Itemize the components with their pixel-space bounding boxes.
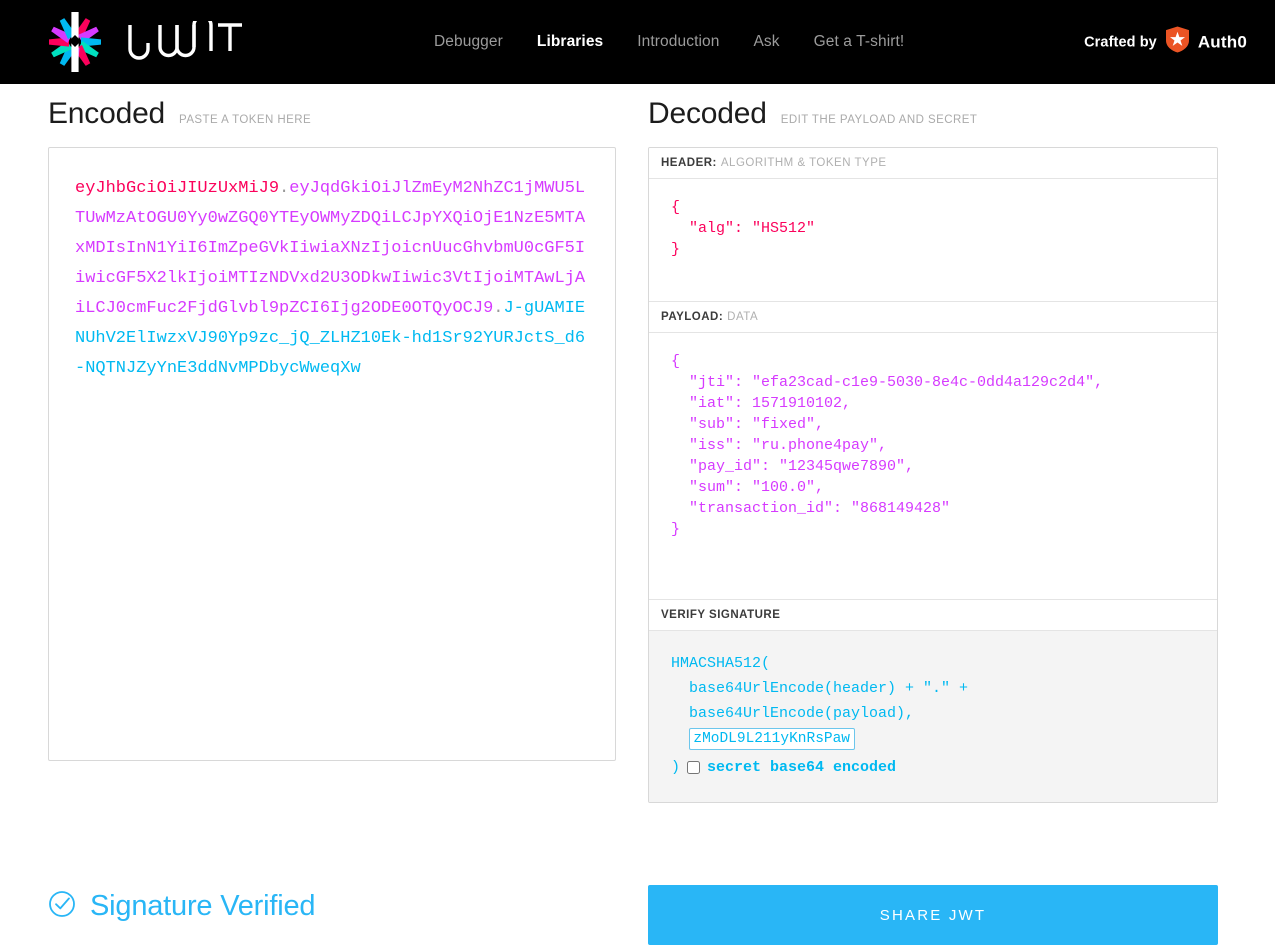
token-dot-2: .: [493, 299, 504, 318]
crafted-by-auth0[interactable]: Crafted by Auth0: [1084, 26, 1247, 58]
check-circle-icon: [48, 890, 76, 923]
encoded-heading: Encoded PASTE A TOKEN HERE: [48, 84, 618, 131]
secret-base64-label: secret base64 encoded: [707, 759, 897, 776]
encoded-column: Encoded PASTE A TOKEN HERE eyJhbGciOiJIU…: [48, 84, 618, 761]
signature-status: Signature Verified: [48, 890, 316, 923]
payload-json-editor[interactable]: { "jti": "efa23cad-c1e9-5030-8e4c-0dd4a1…: [649, 333, 1217, 600]
payload-label-key: PAYLOAD:: [661, 311, 724, 323]
nav-links: Debugger Libraries Introduction Ask Get …: [434, 33, 904, 51]
nav-link-debugger[interactable]: Debugger: [434, 33, 503, 51]
nav-link-ask[interactable]: Ask: [753, 33, 779, 51]
brand-logo[interactable]: [42, 9, 244, 75]
share-jwt-button[interactable]: SHARE JWT: [648, 885, 1218, 945]
jwt-logo-icon: [42, 9, 108, 75]
auth0-shield-icon: [1165, 26, 1189, 58]
decoded-subtitle: EDIT THE PAYLOAD AND SECRET: [780, 114, 978, 126]
nav-link-introduction[interactable]: Introduction: [637, 33, 719, 51]
decoded-column: Decoded EDIT THE PAYLOAD AND SECRET HEAD…: [648, 84, 1218, 803]
encoded-token-box[interactable]: eyJhbGciOiJIUzUxMiJ9.eyJqdGkiOiJlZmEyM2N…: [48, 147, 616, 761]
auth0-label: Auth0: [1197, 32, 1247, 51]
encoded-token-text[interactable]: eyJhbGciOiJIUzUxMiJ9.eyJqdGkiOiJlZmEyM2N…: [49, 148, 615, 384]
sig-line-hmac: HMACSHA512(: [671, 655, 771, 672]
crafted-by-label: Crafted by: [1084, 34, 1157, 50]
header-panel-label: HEADER: ALGORITHM & TOKEN TYPE: [649, 148, 1217, 179]
secret-input[interactable]: [689, 728, 855, 750]
signature-editor: HMACSHA512( base64UrlEncode(header) + ".…: [649, 631, 1217, 802]
nav-link-get-a-tshirt[interactable]: Get a T-shirt!: [814, 33, 905, 51]
token-header-segment: eyJhbGciOiJIUzUxMiJ9: [75, 179, 280, 198]
signature-status-text: Signature Verified: [90, 890, 316, 922]
header-json-editor[interactable]: { "alg": "HS512" }: [649, 179, 1217, 302]
payload-panel-label: PAYLOAD: DATA: [649, 302, 1217, 333]
decoded-heading: Decoded EDIT THE PAYLOAD AND SECRET: [648, 84, 1218, 131]
header-label-value: ALGORITHM & TOKEN TYPE: [720, 157, 887, 169]
encoded-subtitle: PASTE A TOKEN HERE: [179, 114, 312, 126]
jwt-wordmark: [126, 20, 244, 64]
nav-link-libraries[interactable]: Libraries: [537, 33, 603, 51]
payload-label-value: DATA: [727, 311, 759, 323]
sig-closing-paren: ): [671, 759, 681, 776]
base64-row: ) secret base64 encoded: [671, 755, 1201, 780]
sig-line-header-encode: base64UrlEncode(header) + "." +: [689, 680, 969, 697]
secret-base64-checkbox[interactable]: [687, 761, 701, 774]
header-label-key: HEADER:: [661, 157, 717, 169]
encoded-title: Encoded: [48, 97, 166, 130]
token-payload-segment: eyJqdGkiOiJlZmEyM2NhZC1jMWU5LTUwMzAtOGU0…: [75, 179, 586, 318]
decoded-title: Decoded: [648, 97, 767, 130]
signature-label-key: VERIFY SIGNATURE: [661, 609, 781, 621]
top-navbar: Debugger Libraries Introduction Ask Get …: [0, 0, 1275, 84]
signature-panel-label: VERIFY SIGNATURE: [649, 600, 1217, 631]
decoded-panels: HEADER: ALGORITHM & TOKEN TYPE { "alg": "…: [648, 147, 1218, 803]
sig-line-payload-encode: base64UrlEncode(payload),: [689, 705, 915, 722]
token-dot-1: .: [279, 179, 290, 198]
